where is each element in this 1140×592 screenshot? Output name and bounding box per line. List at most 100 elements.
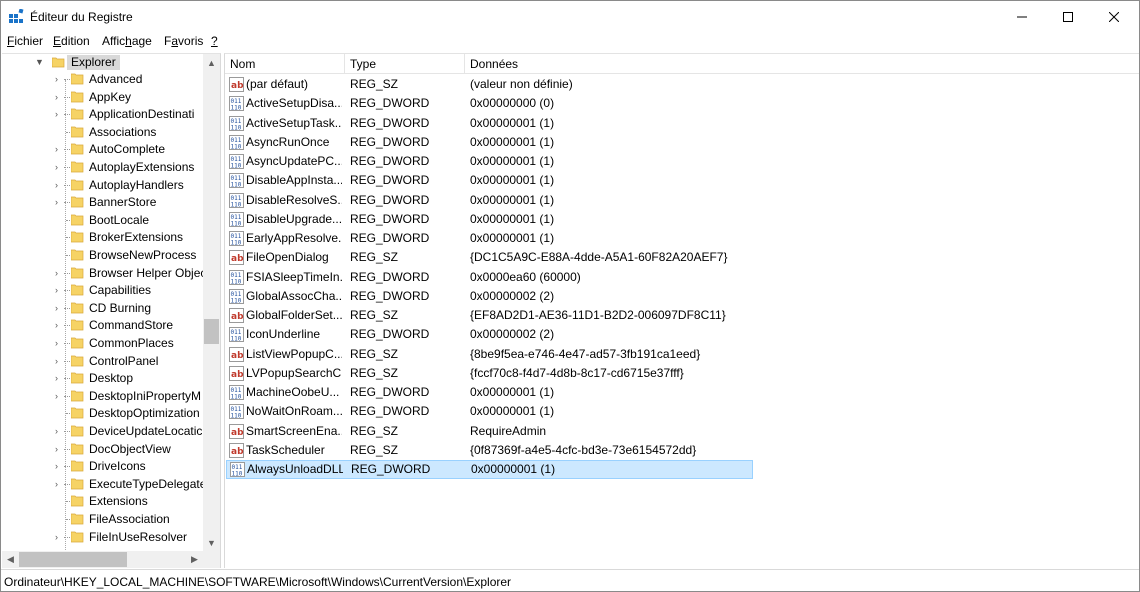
value-row[interactable]: ab ListViewPopupC... REG_SZ {8be9f5ea-e746-… [225,345,1139,364]
chevron-right-icon[interactable]: › [55,161,64,174]
scroll-right-icon[interactable]: ▶ [186,551,203,568]
chevron-right-icon[interactable]: › [55,425,64,438]
chevron-right-icon[interactable]: › [55,337,64,350]
folder-icon [71,337,84,349]
tree-item[interactable]: › ControlPanel [2,353,203,370]
tree-item-root[interactable]: ▼ Explorer [2,54,203,71]
title-bar[interactable]: Éditeur du Registre [1,1,1139,32]
chevron-down-icon[interactable]: ▼ [35,56,44,69]
tree-item[interactable]: › Desktop [2,370,203,387]
chevron-right-icon[interactable]: › [55,372,64,385]
chevron-right-icon[interactable]: › [55,478,64,491]
value-row[interactable]: 011 110 EarlyAppResolve... REG_DWORD 0x00000… [225,229,1139,248]
tree-item[interactable]: › AutoComplete [2,141,203,158]
tree-item[interactable]: › CD Burning [2,300,203,317]
tree-item[interactable]: › CommandStore [2,317,203,334]
chevron-right-icon[interactable]: › [55,319,64,332]
tree-vertical-scrollbar[interactable]: ▲ ▼ [203,54,220,551]
value-row[interactable]: 011 110 DisableResolveS... REG_DWORD 0x00000… [225,191,1139,210]
tree-item[interactable]: FileAssociation [2,511,203,528]
tree-item[interactable]: › ExecuteTypeDelegate [2,476,203,493]
chevron-right-icon[interactable]: › [55,179,64,192]
scroll-down-icon[interactable]: ▼ [203,534,220,551]
tree-item[interactable]: › BannerStore [2,194,203,211]
tree-item[interactable]: BrokerExtensions [2,229,203,246]
folder-icon [71,196,84,208]
chevron-right-icon[interactable]: › [55,443,64,456]
tree-item[interactable]: › DriveIcons [2,458,203,475]
tree-item[interactable]: › Advanced [2,71,203,88]
value-row[interactable]: ab FileOpenDialog REG_SZ {DC1C5A9C-E88A-4dd… [225,248,1139,267]
tree-item[interactable]: › Capabilities [2,282,203,299]
binary-value-icon: 011110 [229,327,244,343]
value-row[interactable]: 011 110 AsyncRunOnce REG_DWORD 0x00000001 (1… [225,133,1139,152]
tree-item[interactable]: › AutoplayHandlers [2,177,203,194]
chevron-right-icon[interactable]: › [55,143,64,156]
chevron-right-icon[interactable]: › [55,284,64,297]
value-name: FileOpenDialog [246,250,329,265]
value-row[interactable]: ab GlobalFolderSet... REG_SZ {EF8AD2D1-AE36… [225,306,1139,325]
value-row[interactable]: 011 110 AsyncUpdatePC... REG_DWORD 0x0000000… [225,152,1139,171]
tree-item[interactable]: › AutoplayExtensions [2,159,203,176]
tree-item[interactable]: BootLocale [2,212,203,229]
menu-edition[interactable]: Edition [53,34,90,48]
chevron-right-icon[interactable]: › [55,390,64,403]
value-row[interactable]: 011 110 ActiveSetupDisa... REG_DWORD 0x00000… [225,94,1139,113]
maximize-button[interactable] [1045,1,1091,32]
value-row[interactable]: 011 110 FSIASleepTimeIn... REG_DWORD 0x0000e… [225,268,1139,287]
tree-item[interactable]: Associations [2,124,203,141]
chevron-right-icon[interactable]: › [55,196,64,209]
value-row[interactable]: ab (par défaut) REG_SZ (valeur non définie) [225,75,1139,94]
tree-horizontal-scrollbar[interactable]: ◀ ▶ [2,551,203,568]
value-name: FSIASleepTimeIn... [246,269,342,284]
chevron-right-icon[interactable]: › [55,355,64,368]
value-row[interactable]: 011 110 ActiveSetupTask... REG_DWORD 0x00000… [225,114,1139,133]
menu-fichier[interactable]: Fichier [7,34,43,48]
scroll-thumb[interactable] [204,319,219,344]
column-header-data[interactable]: Données [465,54,753,74]
chevron-right-icon[interactable]: › [55,267,64,280]
menu-affichage[interactable]: Affichage [102,34,152,48]
tree-item[interactable]: › DesktopIniPropertyM [2,388,203,405]
tree-item[interactable]: › DocObjectView [2,441,203,458]
value-type: REG_DWORD [350,211,430,226]
values-list-pane[interactable]: Nom Type Données ab (par défaut) REG_SZ (va… [224,53,1139,568]
value-row[interactable]: 011 110 DisableUpgrade... REG_DWORD 0x000000… [225,210,1139,229]
chevron-right-icon[interactable]: › [55,302,64,315]
scroll-left-icon[interactable]: ◀ [2,551,19,568]
value-row[interactable]: 011 110 GlobalAssocCha... REG_DWORD 0x000000… [225,287,1139,306]
tree-item[interactable]: › FileInUseResolver [2,529,203,546]
key-tree-pane[interactable]: ▼ Explorer › Advanced › AppKey › ApplicationD… [2,53,221,568]
tree-item[interactable]: BrowseNewProcess [2,247,203,264]
menu-help[interactable]: ? [211,34,218,48]
chevron-right-icon[interactable]: › [55,91,64,104]
value-row[interactable]: ab TaskScheduler REG_SZ {0f87369f-a4e5-4cfc… [225,441,1139,460]
tree-item[interactable]: Extensions [2,493,203,510]
menu-favoris[interactable]: Favoris [164,34,203,48]
value-row[interactable]: 011 110 NoWaitOnRoam... REG_DWORD 0x00000001… [225,402,1139,421]
value-row[interactable]: 011 110 MachineOobeU... REG_DWORD 0x00000001… [225,383,1139,402]
chevron-right-icon[interactable]: › [55,460,64,473]
scroll-up-icon[interactable]: ▲ [203,54,220,71]
tree-item[interactable]: DesktopOptimization [2,405,203,422]
tree-item[interactable]: › Browser Helper Objec [2,265,203,282]
tree-item[interactable]: › AppKey [2,89,203,106]
chevron-right-icon[interactable]: › [55,73,64,86]
tree-item[interactable]: › DeviceUpdateLocatic [2,423,203,440]
scroll-thumb[interactable] [19,552,127,567]
tree-item[interactable]: › ApplicationDestinati [2,106,203,123]
tree-item[interactable]: › CommonPlaces [2,335,203,352]
value-row[interactable]: ab SmartScreenEna... REG_SZ RequireAdmin [225,422,1139,441]
minimize-button[interactable] [999,1,1045,32]
value-row[interactable]: 011 110 DisableAppInsta... REG_DWORD 0x00000… [225,171,1139,190]
chevron-right-icon[interactable]: › [55,531,64,544]
value-row[interactable]: 011 110 IconUnderline REG_DWORD 0x00000002 (… [225,325,1139,344]
column-header-name[interactable]: Nom [225,54,345,74]
value-row[interactable]: ab LVPopupSearchC... REG_SZ {fccf70c8-f4d7-… [225,364,1139,383]
value-row[interactable]: 011 110 AlwaysUnloadDLL REG_DWORD 0x00000001… [226,460,753,479]
column-header-type[interactable]: Type [345,54,465,74]
close-button[interactable] [1091,1,1137,32]
svg-text:110: 110 [231,336,242,343]
registry-editor-icon [9,9,24,23]
chevron-right-icon[interactable]: › [55,108,64,121]
